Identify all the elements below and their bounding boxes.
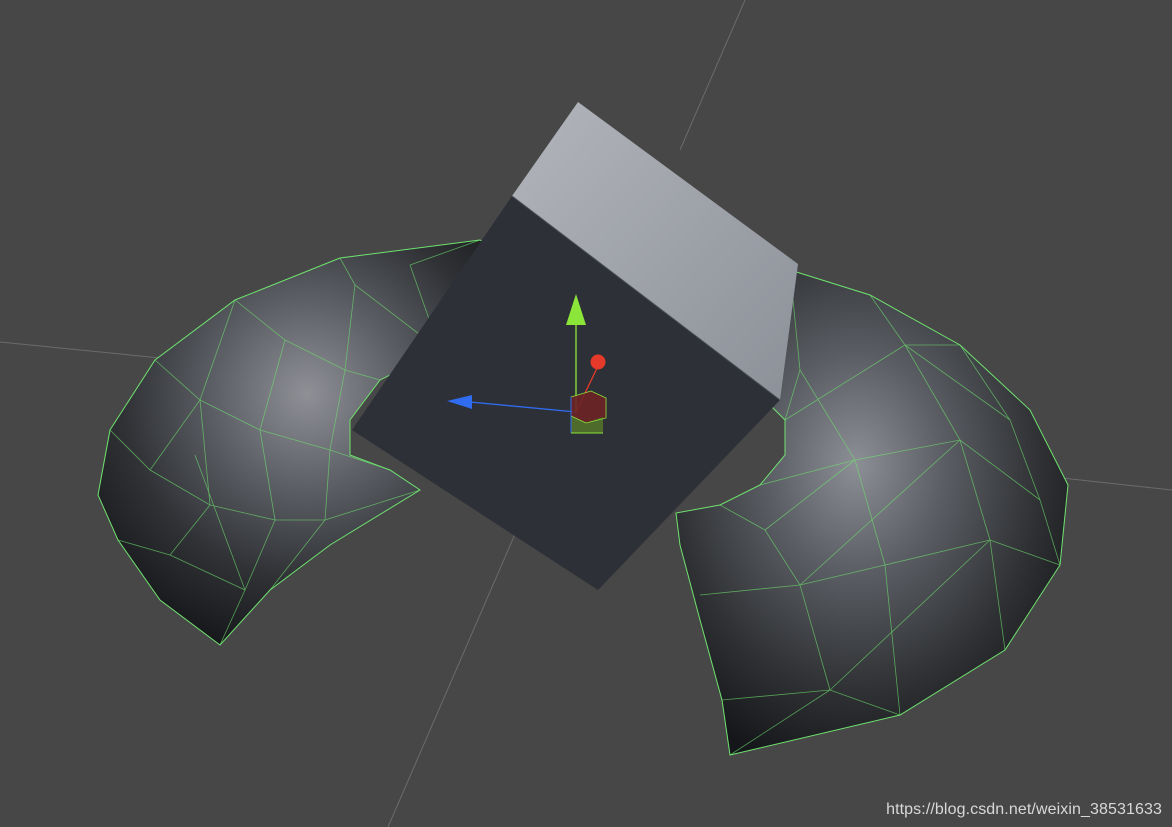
watermark-text: https://blog.csdn.net/weixin_38531633 [886, 801, 1162, 818]
grid-line [0, 341, 181, 361]
gizmo-x-axis-handle-icon[interactable] [590, 354, 606, 370]
grid-line [679, 0, 746, 151]
scene-canvas[interactable] [0, 0, 1172, 827]
grid-line [387, 487, 536, 827]
grid-line [1061, 477, 1172, 491]
scene-viewport[interactable]: https://blog.csdn.net/weixin_38531633 [0, 0, 1172, 827]
